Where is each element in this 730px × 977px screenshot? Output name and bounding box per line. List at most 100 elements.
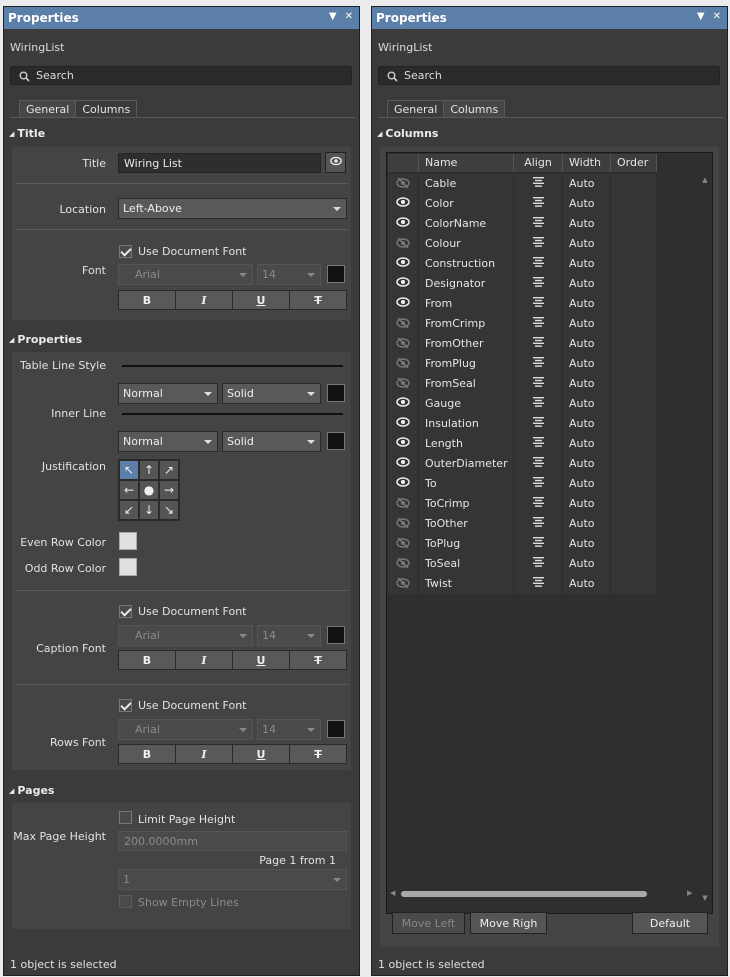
table-row[interactable]: ToOther Auto [388,514,657,534]
column-order[interactable] [611,214,657,234]
column-order[interactable] [611,494,657,514]
align-center-icon[interactable] [514,454,563,474]
column-width[interactable]: Auto [563,394,611,414]
move-right-button[interactable]: Move Righ [470,912,547,934]
align-center-icon[interactable] [514,394,563,414]
eye-icon[interactable] [388,194,419,214]
caption-use-document-font-checkbox[interactable] [119,605,132,618]
column-width[interactable]: Auto [563,174,611,194]
section-header-properties[interactable]: ◢ Properties [9,333,82,346]
column-width[interactable]: Auto [563,354,611,374]
align-center-icon[interactable] [514,274,563,294]
justify-bottom-center-button[interactable]: ↓ [139,500,159,520]
font-family-dropdown[interactable]: Arial [118,264,253,285]
column-order[interactable] [611,574,657,594]
column-order[interactable] [611,254,657,274]
justify-middle-right-button[interactable]: → [159,480,179,500]
column-order[interactable] [611,274,657,294]
close-icon[interactable]: ✕ [345,11,353,22]
table-row[interactable]: Gauge Auto [388,394,657,414]
scroll-down-arrow-icon[interactable]: ▼ [699,894,711,902]
eye-off-icon[interactable] [388,534,419,554]
eye-off-icon[interactable] [388,374,419,394]
align-center-icon[interactable] [514,474,563,494]
eye-icon[interactable] [388,274,419,294]
header-align[interactable]: Align [514,154,563,172]
align-center-icon[interactable] [514,554,563,574]
horizontal-scrollbar-thumb[interactable] [401,891,647,897]
column-width[interactable]: Auto [563,514,611,534]
inner-line-weight-dropdown[interactable]: Normal [118,431,218,452]
column-order[interactable] [611,334,657,354]
column-width[interactable]: Auto [563,334,611,354]
column-width[interactable]: Auto [563,274,611,294]
column-width[interactable]: Auto [563,494,611,514]
italic-button[interactable]: I [176,651,233,669]
eye-icon[interactable] [388,414,419,434]
limit-page-height-checkbox[interactable] [119,811,132,824]
tab-general[interactable]: General [19,100,77,118]
header-visibility[interactable] [388,154,419,172]
eye-off-icon[interactable] [388,314,419,334]
column-width[interactable]: Auto [563,414,611,434]
align-center-icon[interactable] [514,534,563,554]
align-center-icon[interactable] [514,574,563,594]
column-order[interactable] [611,554,657,574]
show-empty-lines-checkbox[interactable] [119,895,132,908]
column-width[interactable]: Auto [563,254,611,274]
title-input[interactable]: Wiring List [118,153,321,173]
eye-off-icon[interactable] [388,174,419,194]
column-order[interactable] [611,394,657,414]
column-width[interactable]: Auto [563,474,611,494]
use-document-font-checkbox[interactable] [119,245,132,258]
section-header-pages[interactable]: ◢ Pages [9,784,54,797]
column-order[interactable] [611,314,657,334]
font-color-swatch[interactable] [327,265,345,283]
eye-off-icon[interactable] [388,494,419,514]
align-center-icon[interactable] [514,294,563,314]
table-row[interactable]: ColorName Auto [388,214,657,234]
table-row[interactable]: Color Auto [388,194,657,214]
tab-columns[interactable]: Columns [443,100,506,118]
scroll-left-arrow-icon[interactable]: ◀ [390,889,395,897]
align-center-icon[interactable] [514,434,563,454]
column-order[interactable] [611,174,657,194]
column-width[interactable]: Auto [563,194,611,214]
caption-font-color-swatch[interactable] [327,626,345,644]
align-center-icon[interactable] [514,414,563,434]
align-center-icon[interactable] [514,334,563,354]
table-row[interactable]: FromPlug Auto [388,354,657,374]
odd-row-color-swatch[interactable] [119,558,137,576]
scroll-right-arrow-icon[interactable]: ▶ [687,889,692,897]
table-row[interactable]: Length Auto [388,434,657,454]
column-order[interactable] [611,374,657,394]
font-size-dropdown[interactable]: 14 [257,264,321,285]
eye-off-icon[interactable] [388,514,419,534]
even-row-color-swatch[interactable] [119,532,137,550]
column-width[interactable]: Auto [563,294,611,314]
table-row[interactable]: Twist Auto [388,574,657,594]
header-width[interactable]: Width [563,154,611,172]
rows-font-color-swatch[interactable] [327,720,345,738]
page-height-input[interactable]: 200.0000mm [118,831,347,851]
table-line-color-swatch[interactable] [327,384,345,402]
align-center-icon[interactable] [514,194,563,214]
justify-top-center-button[interactable]: ↑ [139,460,159,480]
column-order[interactable] [611,514,657,534]
table-row[interactable]: Cable Auto [388,174,657,194]
eye-off-icon[interactable] [388,354,419,374]
title-visibility-button[interactable] [325,152,346,173]
bold-button[interactable]: B [119,745,176,763]
scroll-up-arrow-icon[interactable]: ▲ [699,176,711,184]
rows-use-document-font-checkbox[interactable] [119,699,132,712]
eye-off-icon[interactable] [388,234,419,254]
strikethrough-button[interactable]: T [290,291,346,309]
panel-menu-icon[interactable]: ▼ [697,11,705,22]
strikethrough-button[interactable]: T [290,745,346,763]
vertical-scrollbar[interactable]: ▲ ▼ [699,172,711,902]
eye-icon[interactable] [388,454,419,474]
table-row[interactable]: Insulation Auto [388,414,657,434]
column-order[interactable] [611,194,657,214]
table-row[interactable]: Construction Auto [388,254,657,274]
italic-button[interactable]: I [176,291,233,309]
